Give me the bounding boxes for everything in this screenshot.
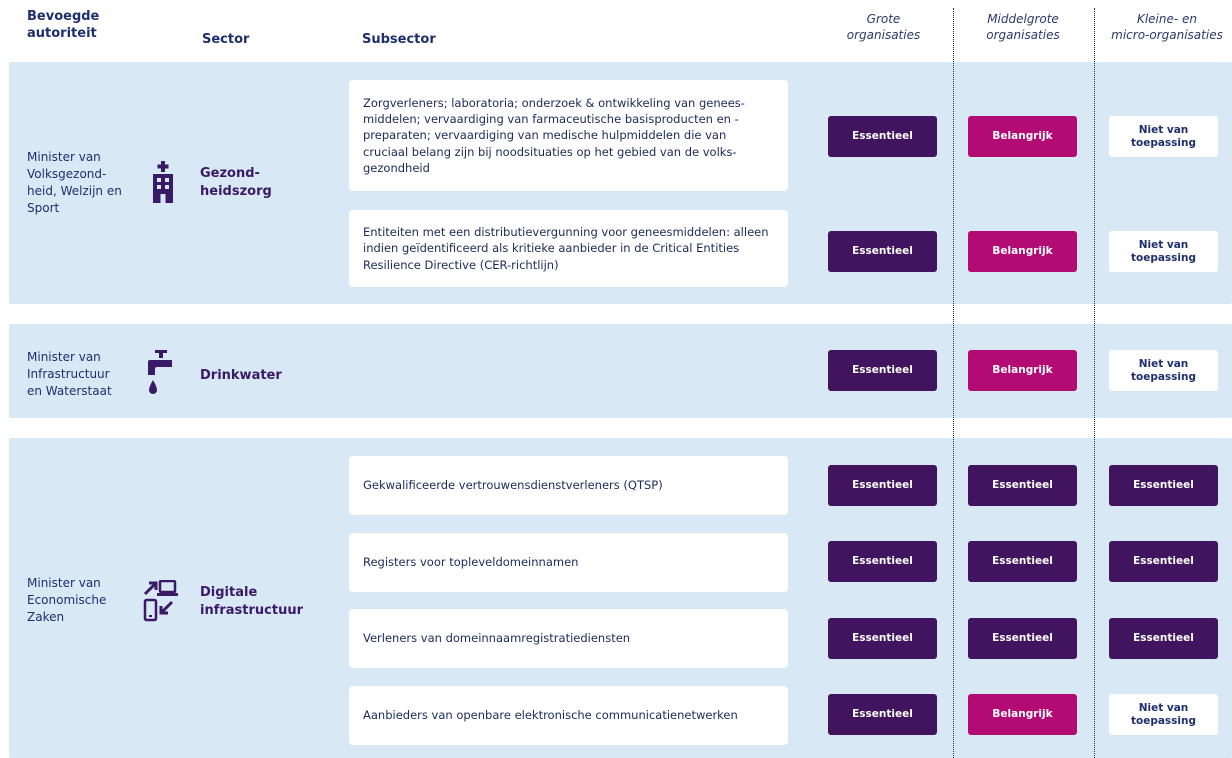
subsector-card: Verleners van domeinnaamregistratiediens… xyxy=(349,609,788,668)
status-badge: Essentieel xyxy=(828,694,937,735)
status-badge: Niet van toepassing xyxy=(1109,116,1218,157)
status-badge: Niet van toepassing xyxy=(1109,694,1218,735)
column-divider xyxy=(1094,8,1095,758)
status-badge: Belangrijk xyxy=(968,350,1077,391)
status-badge: Essentieel xyxy=(828,541,937,582)
status-badge: Essentieel xyxy=(1109,465,1218,506)
status-badge: Essentieel xyxy=(968,618,1077,659)
status-badge: Essentieel xyxy=(1109,618,1218,659)
devices-icon xyxy=(142,579,178,626)
status-badge: Essentieel xyxy=(1109,541,1218,582)
status-badge: Essentieel xyxy=(828,350,937,391)
status-badge: Belangrijk xyxy=(968,694,1077,735)
header-sector: Sector xyxy=(202,32,250,47)
status-badge: Essentieel xyxy=(828,465,937,506)
status-badge: Essentieel xyxy=(828,231,937,272)
authority-healthcare: Minister van Volksgezond-heid, Welzijn en… xyxy=(27,150,122,215)
authority-digital: Minister van Economische Zaken xyxy=(27,576,107,624)
header-subsector: Subsector xyxy=(362,32,436,47)
header-authority: Bevoegde autoriteit xyxy=(27,9,100,41)
subsector-card: Zorgverleners; laboratoria; onderzoek & … xyxy=(349,80,788,191)
subsector-card: Aanbieders van openbare elektronische co… xyxy=(349,686,788,745)
water-tap-icon xyxy=(146,350,176,398)
subsector-card: Registers voor topleveldomeinnamen xyxy=(349,533,788,592)
status-badge: Essentieel xyxy=(828,116,937,157)
subsector-card: Entiteiten met een distributievergunning… xyxy=(349,210,788,287)
authority-drinkwater: Minister van Infrastructuur en Waterstaat xyxy=(27,350,112,398)
sector-drinkwater: Drinkwater xyxy=(200,368,282,383)
status-badge: Essentieel xyxy=(968,465,1077,506)
status-badge: Niet van toepassing xyxy=(1109,231,1218,272)
sector-healthcare: Gezond-heidszorg xyxy=(200,166,272,199)
header-small: Kleine- en micro-organisaties xyxy=(1111,12,1223,42)
hospital-icon xyxy=(150,161,176,207)
header-medium: Middelgrote organisaties xyxy=(986,12,1060,42)
header-large: Grote organisaties xyxy=(846,12,921,42)
sector-digital: Digitale infrastructuur xyxy=(200,585,304,618)
subsector-card: Gekwalificeerde vertrouwensdienstverlene… xyxy=(349,456,788,515)
status-badge: Niet van toepassing xyxy=(1109,350,1218,391)
column-divider xyxy=(953,8,954,758)
status-badge: Belangrijk xyxy=(968,231,1077,272)
status-badge: Essentieel xyxy=(828,618,937,659)
status-badge: Belangrijk xyxy=(968,116,1077,157)
status-badge: Essentieel xyxy=(968,541,1077,582)
